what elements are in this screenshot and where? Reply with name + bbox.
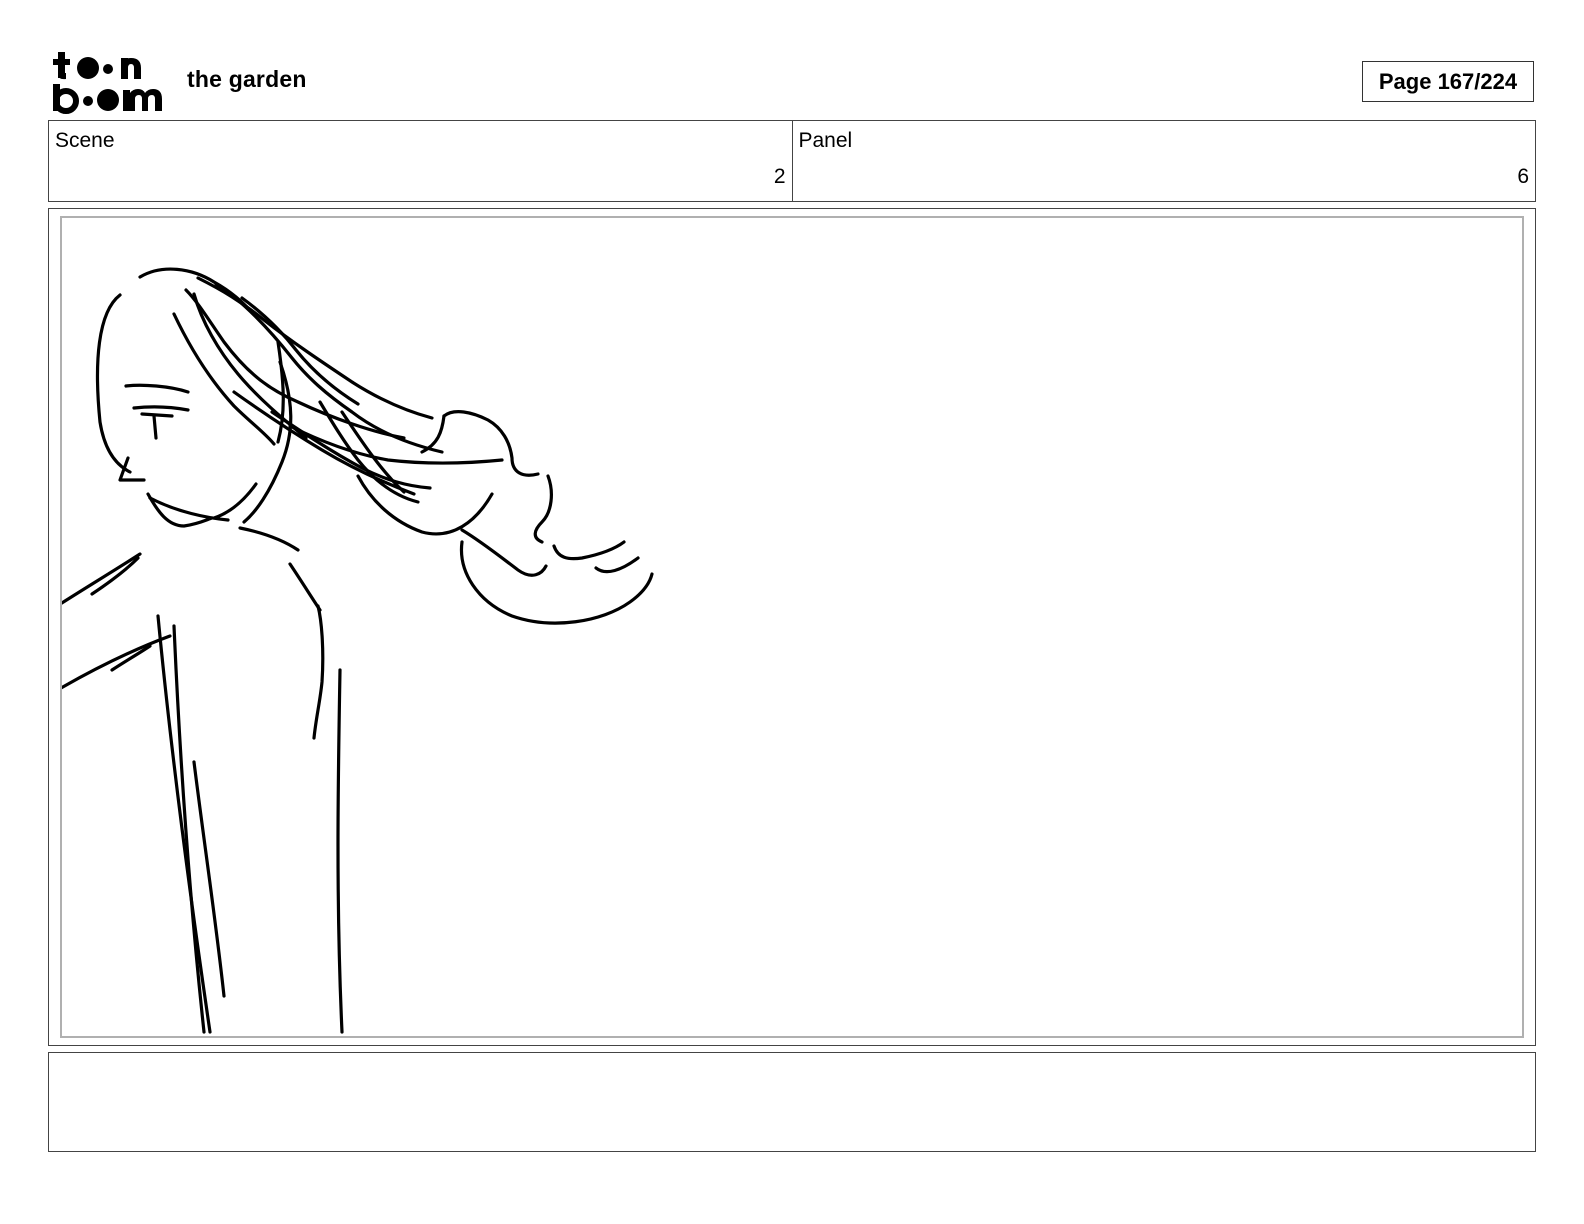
- panel-notes-box: [48, 1052, 1536, 1152]
- panel-cell: Panel 6: [791, 121, 1536, 201]
- scene-label: Scene: [55, 129, 115, 152]
- scene-value: 2: [773, 165, 786, 188]
- project-title: the garden: [187, 66, 307, 92]
- scene-cell: Scene 2: [49, 121, 792, 201]
- page-indicator: Page 167/224: [1362, 61, 1534, 102]
- panel-label: Panel: [798, 129, 853, 152]
- scene-panel-info-row: Scene 2 Panel 6: [48, 120, 1536, 202]
- storyboard-panel-image: [60, 216, 1524, 1038]
- sketch-drawing: [62, 267, 654, 1034]
- panel-value: 6: [1517, 165, 1529, 188]
- toonboom-logo: [50, 50, 166, 114]
